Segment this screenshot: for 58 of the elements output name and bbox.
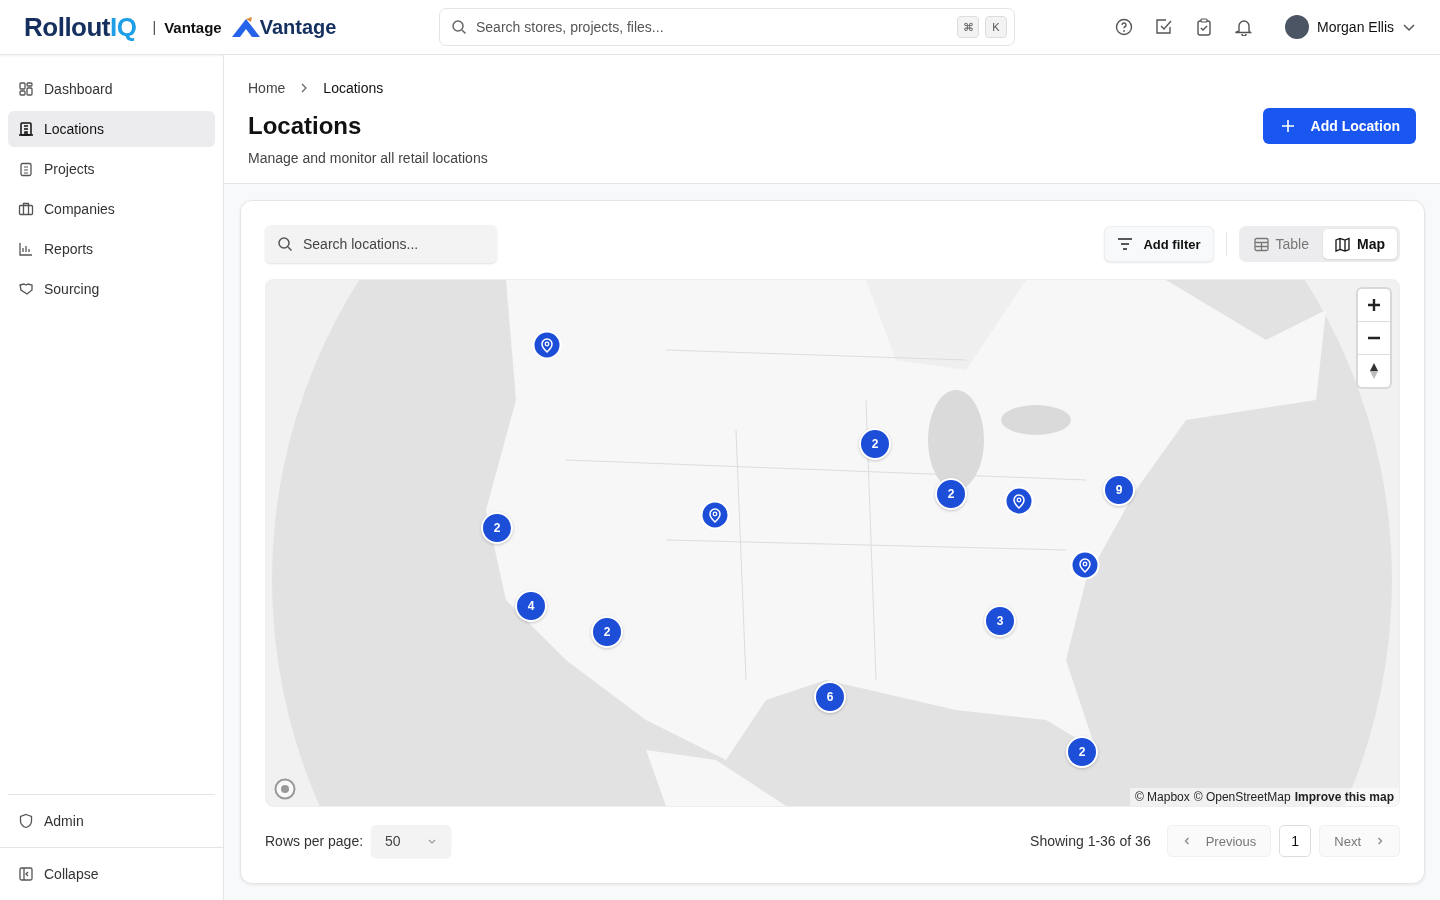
shield-icon	[18, 813, 34, 829]
attribution-link[interactable]: © OpenStreetMap	[1193, 790, 1291, 804]
attribution-link[interactable]: © Mapbox	[1134, 790, 1190, 804]
search-icon	[277, 236, 293, 252]
location-pin-icon[interactable]	[1070, 550, 1100, 580]
separator-text: |	[152, 19, 157, 35]
mountain-icon	[231, 17, 260, 37]
location-pin-icon[interactable]	[700, 500, 730, 530]
previous-button[interactable]: Previous	[1166, 825, 1272, 857]
admin-link[interactable]: Admin	[8, 803, 215, 839]
checkbox-icon[interactable]	[1154, 18, 1173, 36]
grid-icon	[18, 81, 34, 97]
search-field[interactable]: Search locations...	[265, 225, 497, 263]
map-icon	[1335, 236, 1350, 252]
improve-map-link[interactable]: Improve this map	[1294, 790, 1394, 804]
clipboard-check-icon[interactable]	[1194, 18, 1213, 36]
sidebar-item[interactable]: Projects	[8, 151, 215, 187]
results-summary: Showing 1-36 of 36	[1030, 833, 1151, 849]
sidebar-item[interactable]: Sourcing	[8, 271, 215, 307]
add-location-button[interactable]: Add Location	[1262, 108, 1416, 144]
rows-per-page-label: Rows per page:	[265, 833, 364, 849]
collapse-button[interactable]: Collapse	[0, 847, 223, 900]
view-tab[interactable]: Map	[1323, 229, 1397, 259]
mapbox-logo-icon	[274, 778, 296, 800]
sidebar-item[interactable]: Reports	[8, 231, 215, 267]
page-number-button[interactable]: 1	[1279, 825, 1312, 857]
user-name[interactable]: Morgan Ellis	[1316, 19, 1394, 35]
building-icon	[18, 121, 34, 137]
page-title: Locations	[248, 112, 363, 140]
chevron-right-icon	[1375, 836, 1385, 846]
sidebar-item[interactable]: Locations	[8, 111, 215, 147]
next-button[interactable]: Next	[1319, 825, 1400, 857]
sidebar-toggle-icon	[18, 866, 34, 882]
avatar[interactable]	[1284, 15, 1309, 39]
briefcase-icon	[18, 201, 34, 217]
search-icon	[451, 19, 467, 35]
breadcrumb-current: Locations	[323, 80, 384, 96]
shortcut-key: K	[985, 16, 1007, 38]
logo[interactable]: RolloutIQ	[24, 11, 137, 43]
table-icon	[1253, 236, 1269, 252]
bar-chart-icon	[18, 241, 34, 257]
location-pin-icon[interactable]	[1004, 486, 1034, 516]
rows-per-page-select[interactable]: 50	[371, 825, 452, 857]
view-tab[interactable]: Table	[1241, 229, 1321, 259]
sidebar-item[interactable]: Dashboard	[8, 71, 215, 107]
filter-icon	[1117, 237, 1134, 251]
shortcut-key: ⌘	[957, 16, 979, 38]
add-filter-button[interactable]: Add filter	[1104, 226, 1214, 262]
location-pin-icon[interactable]	[532, 330, 562, 360]
workspace-name: Vantage	[164, 18, 222, 36]
help-icon[interactable]	[1114, 18, 1133, 36]
sidebar-item[interactable]: Companies	[8, 191, 215, 227]
partner-logo: Vantage	[259, 15, 337, 39]
plus-icon	[1280, 119, 1295, 133]
clipboard-icon	[18, 161, 34, 177]
page-subtitle: Manage and monitor all retail locations	[248, 150, 488, 166]
bell-icon[interactable]	[1234, 18, 1253, 36]
breadcrumb-link[interactable]: Home	[248, 80, 286, 96]
